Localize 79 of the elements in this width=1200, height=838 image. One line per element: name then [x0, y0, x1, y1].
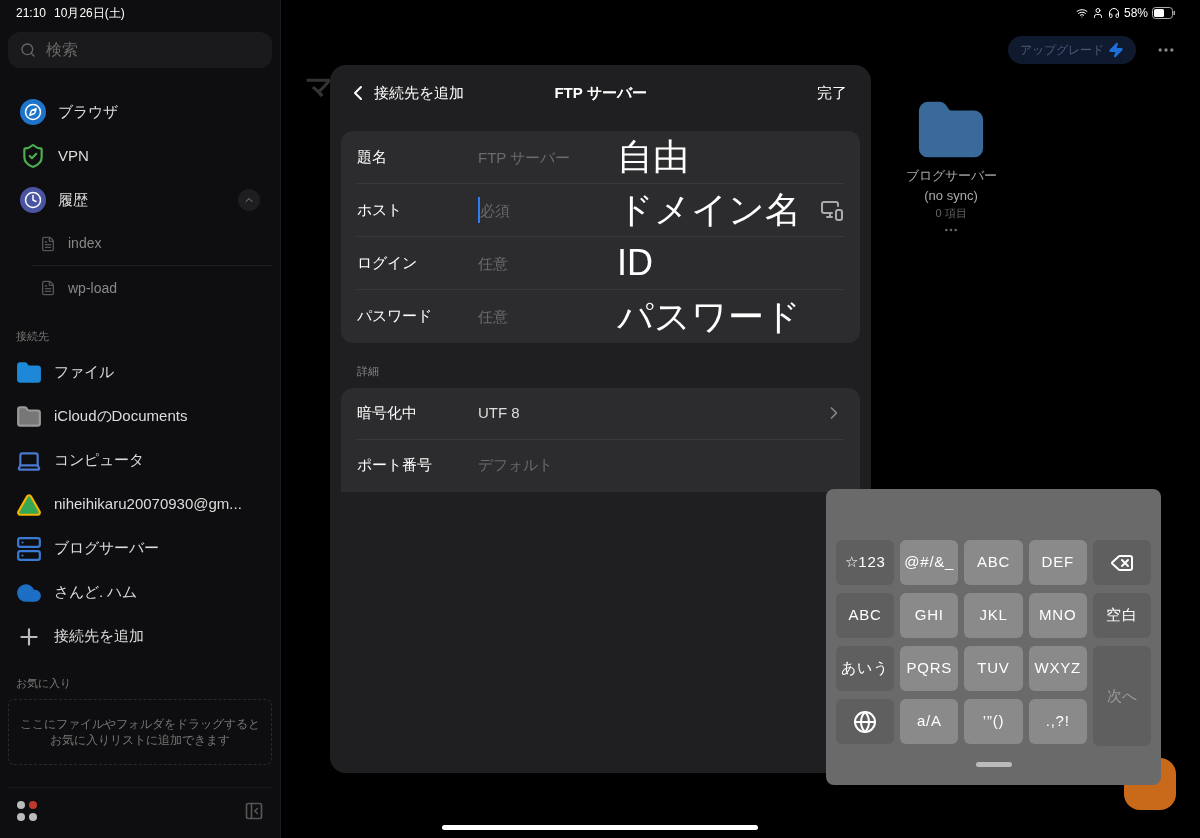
field-label: ホスト — [357, 199, 403, 220]
text-field[interactable]: 必須 — [478, 197, 598, 223]
history-item[interactable]: index — [32, 222, 272, 266]
triangle-icon — [16, 491, 42, 518]
keyboard-key[interactable]: PQRS — [900, 646, 959, 691]
sidebar-item[interactable]: VPN — [8, 134, 272, 178]
text-field[interactable]: 任意 — [478, 250, 598, 276]
globe-key[interactable] — [836, 699, 895, 744]
file-icon — [40, 280, 56, 296]
battery-icon — [1152, 7, 1176, 19]
field-label: ログイン — [357, 252, 418, 273]
field-label: ポート番号 — [357, 455, 433, 476]
shield-icon — [20, 143, 46, 169]
section-heading: 詳細 — [357, 364, 380, 379]
connection-item[interactable]: ファイル — [8, 350, 272, 395]
back-button[interactable]: 接続先を追加 — [354, 81, 464, 105]
keyboard-key[interactable]: @#/&_ — [900, 540, 959, 585]
status-date: 10月26日(土) — [54, 5, 125, 22]
keyboard-key[interactable]: MNO — [1028, 593, 1087, 638]
keyboard-key[interactable]: ABC — [836, 593, 895, 638]
clock-icon — [20, 187, 46, 213]
file-icon — [40, 235, 56, 252]
keyboard-handle[interactable] — [975, 762, 1012, 767]
sidebar-item[interactable]: ブラウザ — [8, 90, 272, 134]
keyboard-key[interactable]: TUV — [964, 646, 1023, 691]
status-time: 21:10 — [16, 5, 47, 22]
devices-icon[interactable] — [820, 198, 844, 222]
connection-item[interactable]: niheihikaru20070930@gm... — [8, 482, 272, 527]
search-icon — [20, 42, 36, 58]
history-item[interactable]: wp-load — [32, 266, 272, 310]
folder-item[interactable]: ブログサーバー (no sync) 0 項目 — [896, 96, 1006, 238]
sidebar-item[interactable]: 履歴 — [8, 178, 272, 222]
keyboard-key[interactable]: ’”() — [964, 699, 1023, 744]
delete-key[interactable] — [1092, 540, 1151, 585]
keyboard-key[interactable]: GHI — [900, 593, 959, 638]
section-heading: お気に入り — [15, 675, 72, 691]
battery-level: 58% — [1123, 5, 1148, 22]
connection-item[interactable]: 接続先を追加 — [8, 614, 272, 659]
annotation-text: パスワード — [617, 296, 801, 337]
field-label: 暗号化中 — [357, 402, 418, 423]
connection-item[interactable]: さんど. ハム — [8, 570, 272, 615]
annotation-text: ID — [617, 243, 653, 283]
keyboard-key[interactable]: ☆123 — [836, 540, 895, 585]
headphones-icon — [1107, 7, 1120, 19]
folder-icon — [16, 403, 42, 430]
section-heading: 接続先 — [15, 329, 50, 344]
keyboard-key[interactable]: JKL — [964, 593, 1023, 638]
lightning-icon — [1108, 42, 1124, 58]
connection-item[interactable]: コンピュータ — [8, 438, 272, 483]
field-label: 題名 — [357, 146, 388, 167]
keyboard-key[interactable]: a/A — [900, 699, 959, 744]
done-button[interactable]: 完了 — [817, 81, 847, 105]
favorites-hint: お気に入りリストに追加できます — [50, 732, 230, 748]
field-label: パスワード — [357, 306, 433, 327]
folder-icon — [16, 359, 42, 386]
encoding-value[interactable]: UTF 8 — [478, 401, 520, 425]
favorites-hint: ここにファイルやフォルダをドラッグすると — [20, 716, 260, 732]
text-field[interactable]: FTP サーバー — [478, 144, 598, 170]
annotation-text: 自由 — [617, 137, 689, 177]
compass-icon — [20, 99, 46, 125]
wifi-icon — [1075, 7, 1088, 19]
collapse-toggle[interactable] — [238, 189, 260, 211]
keyboard-key[interactable]: あいう — [836, 646, 895, 691]
annotation-text: ドメイン名 — [617, 190, 801, 230]
connection-item[interactable]: iCloudのDocuments — [8, 394, 272, 439]
keyboard-key[interactable]: ABC — [964, 540, 1023, 585]
sidebar-toggle-icon[interactable] — [244, 801, 264, 821]
keyboard-key[interactable]: WXYZ — [1028, 646, 1087, 691]
apps-icon[interactable] — [16, 800, 38, 822]
dialog-title: FTP サーバー — [554, 82, 647, 103]
globe-icon — [853, 709, 878, 734]
keyboard-key[interactable]: .,?! — [1028, 699, 1087, 744]
connection-item[interactable]: ブログサーバー — [8, 526, 272, 571]
text-field[interactable]: 任意 — [478, 303, 598, 330]
port-field[interactable]: デフォルト — [478, 454, 678, 477]
person-icon — [1091, 7, 1104, 19]
keyboard-key[interactable]: DEF — [1028, 540, 1087, 585]
keyboard-key[interactable]: 空白 — [1092, 593, 1151, 638]
search-field[interactable]: 検索 — [8, 32, 272, 68]
